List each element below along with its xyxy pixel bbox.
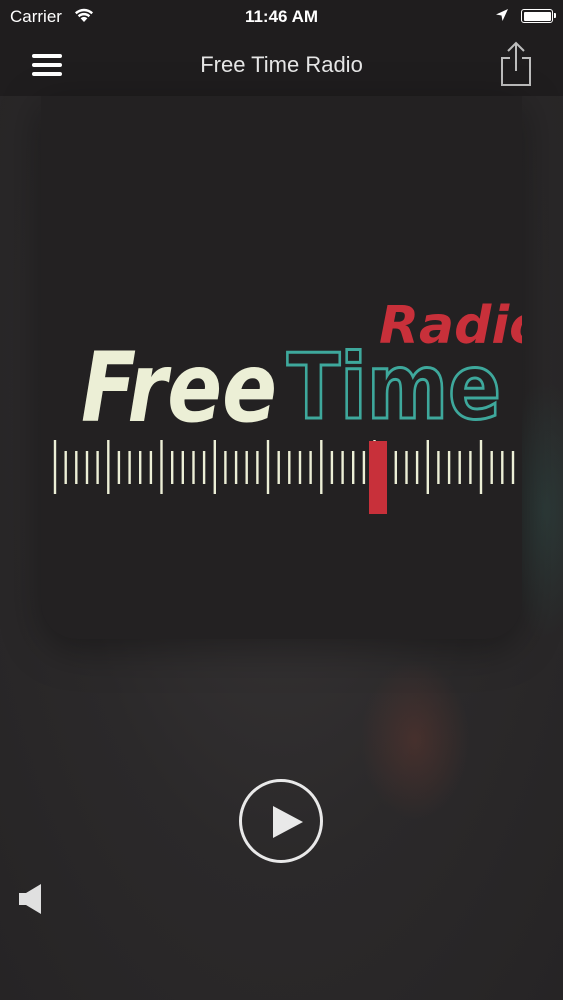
play-icon — [273, 806, 303, 838]
logo-time-text: Time — [287, 335, 501, 440]
background-glow — [360, 660, 470, 820]
dial-indicator — [369, 441, 387, 514]
share-icon — [501, 41, 531, 86]
screen: Carrier 11:46 AM Free Time Radio Radi Fr… — [0, 0, 563, 1000]
station-logo: Radio Free Time — [53, 296, 522, 514]
status-time: 11:46 AM — [244, 7, 319, 26]
logo-free-text: Free — [81, 332, 277, 444]
volume-button[interactable] — [17, 882, 45, 916]
speaker-icon — [19, 884, 41, 914]
battery-icon — [521, 9, 556, 23]
page-title: Free Time Radio — [200, 52, 363, 77]
status-bar: Carrier 11:46 AM — [0, 0, 563, 34]
location-arrow-icon — [496, 9, 508, 21]
share-button[interactable] — [499, 41, 533, 87]
play-button[interactable] — [239, 779, 323, 863]
dial-ticks — [53, 440, 515, 494]
station-artwork: Radio Free Time — [41, 96, 522, 639]
nav-bar: Free Time Radio — [0, 34, 563, 96]
